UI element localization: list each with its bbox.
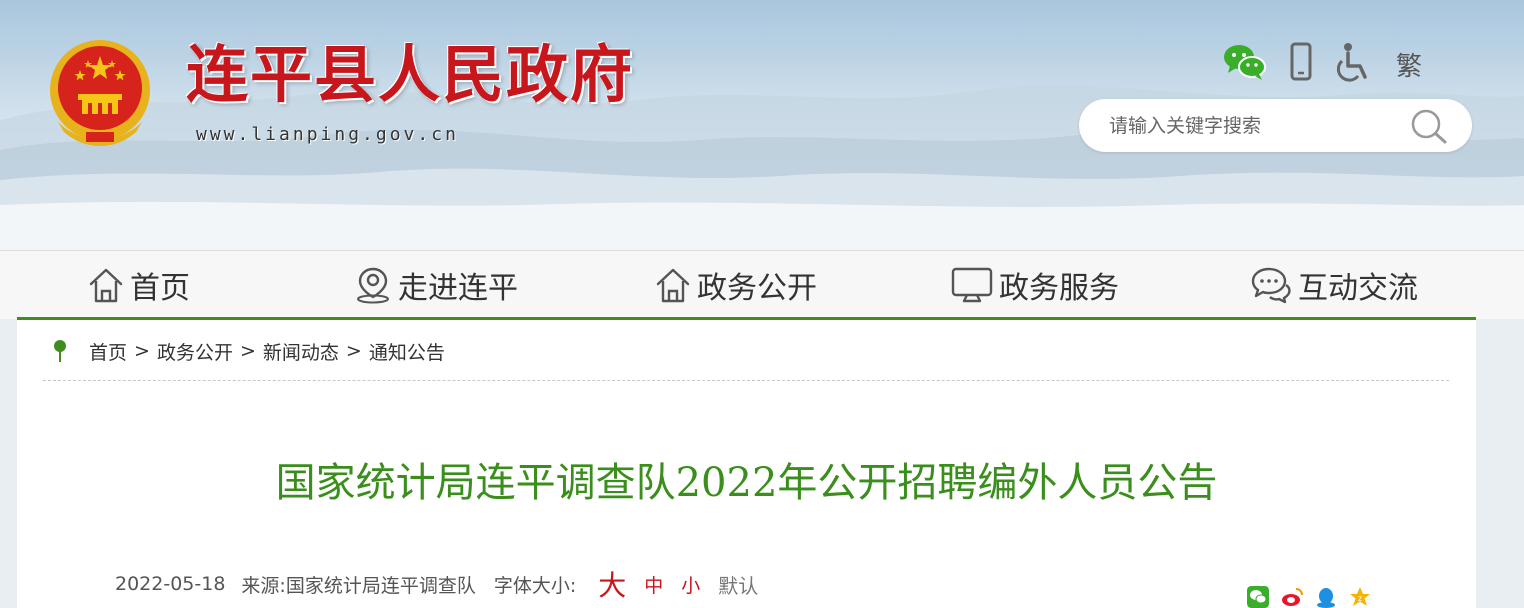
nav-item-interaction[interactable]: 互动交流 <box>1250 265 1418 306</box>
divider <box>43 380 1449 381</box>
site-url: www.lianping.gov.cn <box>196 124 459 145</box>
font-size-small-button[interactable]: 小 <box>681 571 700 598</box>
breadcrumb-separator: > <box>134 340 150 362</box>
breadcrumb: 首页 > 政务公开 > 新闻动态 > 通知公告 <box>53 336 445 366</box>
accessibility-icon[interactable] <box>1334 42 1370 82</box>
location-pin-icon <box>357 267 389 304</box>
svg-text:z: z <box>1358 594 1362 603</box>
source-label: 来源: <box>241 574 286 597</box>
search-icon[interactable] <box>1409 107 1449 145</box>
monitor-icon <box>951 267 993 303</box>
wechat-icon[interactable] <box>1222 42 1268 82</box>
font-size-label: 字体大小: <box>493 574 577 597</box>
nav-item-label: 互动交流 <box>1298 271 1418 306</box>
nav-item-label: 政务服务 <box>999 271 1119 306</box>
site-title[interactable]: 连平县人民政府 <box>186 40 634 110</box>
font-size-medium-button[interactable]: 中 <box>644 571 663 598</box>
source-value: 国家统计局连平调查队 <box>285 574 476 597</box>
publish-date: 2022-05-18 <box>115 573 226 595</box>
wechat-share-icon[interactable] <box>1247 586 1269 608</box>
search-input[interactable] <box>1107 111 1411 141</box>
breadcrumb-separator: > <box>345 340 362 362</box>
home-icon <box>656 268 690 303</box>
qzone-share-icon[interactable]: z <box>1349 586 1371 608</box>
breadcrumb-notices[interactable]: 通知公告 <box>369 338 445 365</box>
nav-item-label: 首页 <box>130 271 190 306</box>
mobile-phone-icon[interactable] <box>1290 42 1312 82</box>
home-icon <box>89 268 123 303</box>
national-emblem-logo[interactable] <box>44 36 156 148</box>
chat-bubbles-icon <box>1251 267 1291 304</box>
font-size-default-button[interactable]: 默认 <box>718 570 758 599</box>
article-meta: 2022-05-18 来源: 国家统计局连平调查队 字体大小: 大 中 小 默认 <box>115 568 758 602</box>
traditional-chinese-toggle[interactable]: 繁 <box>1396 46 1422 83</box>
nav-item-government-affairs-disclosure[interactable]: 政务公开 <box>655 265 817 306</box>
nav-item-home[interactable]: 首页 <box>88 265 190 306</box>
nav-item-about-lianping[interactable]: 走进连平 <box>354 265 518 306</box>
nav-item-label: 走进连平 <box>398 271 518 306</box>
nav-item-government-services[interactable]: 政务服务 <box>951 265 1119 306</box>
article-title: 国家统计局连平调查队2022年公开招聘编外人员公告 <box>275 460 1218 506</box>
nav-item-label: 政务公开 <box>697 271 817 306</box>
share-buttons: z <box>1247 586 1383 608</box>
article-container: 首页 > 政务公开 > 新闻动态 > 通知公告 国家统计局连平调查队2022年公… <box>17 320 1476 608</box>
weibo-share-icon[interactable] <box>1281 586 1303 608</box>
breadcrumb-home[interactable]: 首页 <box>89 338 127 365</box>
site-header: 连平县人民政府 www.lianping.gov.cn 繁 <box>0 0 1524 250</box>
breadcrumb-news[interactable]: 新闻动态 <box>263 338 339 365</box>
location-pin-icon <box>54 340 66 362</box>
main-nav: 首页 走进连平 政务公开 政务服务 互动交流 <box>0 250 1524 319</box>
search-box <box>1079 99 1472 152</box>
font-size-large-button[interactable]: 大 <box>598 564 626 604</box>
qq-share-icon[interactable] <box>1315 586 1337 608</box>
breadcrumb-separator: > <box>239 340 256 362</box>
breadcrumb-government-affairs[interactable]: 政务公开 <box>157 338 233 365</box>
